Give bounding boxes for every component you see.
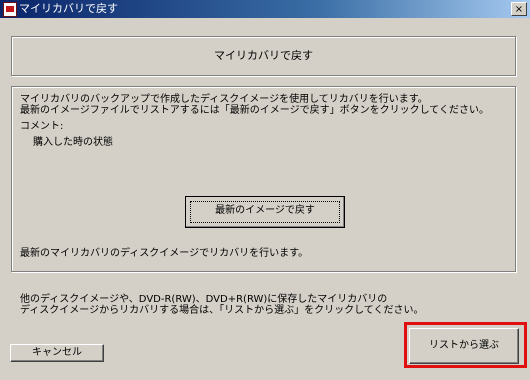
other-image-line-2: ディスクイメージからリカバリする場合は、「リストから選ぶ」をクリックしてください… [20,305,424,316]
app-icon [3,2,17,17]
restore-latest-image-button[interactable]: 最新のイメージで戻す [185,196,345,228]
highlight-box [404,322,527,368]
restore-latest-image-label: 最新のイメージで戻す [215,205,315,216]
cancel-button[interactable]: キャンセル [10,344,104,362]
comment-label: コメント: [20,121,64,132]
header-panel: マイリカバリで戻す [11,36,516,76]
close-button[interactable]: × [511,2,527,16]
title-bar: マイリカバリで戻す × [0,0,530,18]
window-title: マイリカバリで戻す [19,2,118,15]
description-line-2: 最新のイメージファイルでリストアするには「最新のイメージで戻す」ボタンをクリック… [20,105,489,116]
latest-note: 最新のマイリカバリのディスクイメージでリカバリを行います。 [20,248,309,259]
comment-value: 購入した時の状態 [33,137,113,148]
